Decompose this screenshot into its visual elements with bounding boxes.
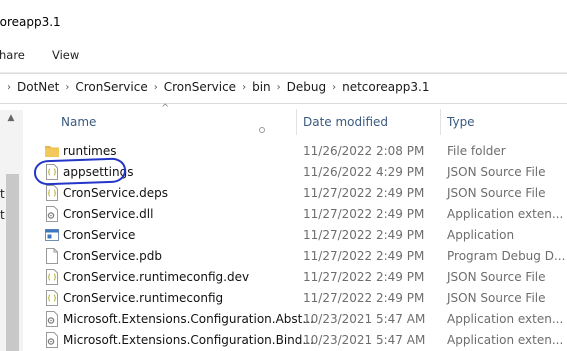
file-name: CronService [63,228,136,242]
dll-file-icon [46,332,58,348]
breadcrumb-item-debug[interactable]: Debug [286,80,327,94]
breadcrumb-item-dotnet[interactable]: DotNet [16,80,60,94]
file-type: Application exten... [447,312,564,326]
file-date-modified: 11/27/2022 2:49 PM [303,249,425,263]
file-icon [46,248,58,264]
file-row[interactable]: Microsoft.Extensions.Configuration.Bind.… [40,329,567,350]
file-date-modified: 11/27/2022 2:49 PM [303,228,425,242]
file-type: Application exten... [447,207,564,221]
file-type: File folder [447,144,506,158]
file-type: JSON Source File [447,186,546,200]
file-type: Application [447,228,515,242]
chevron-right-icon: › [7,81,11,93]
chevron-right-icon[interactable]: › [149,82,163,93]
breadcrumb-item-bin[interactable]: bin [251,80,272,94]
breadcrumb-item-netcoreapp[interactable]: netcoreapp3.1 [341,80,430,94]
file-date-modified: 11/27/2022 2:49 PM [303,207,425,221]
json-file-icon [46,185,58,201]
chevron-right-icon[interactable]: › [60,82,74,93]
highlight-circle-annotation [33,157,127,186]
file-row[interactable]: CronService.pdb 11/27/2022 2:49 PM Progr… [40,245,567,266]
breadcrumb: › DotNet › CronService › CronService › b… [2,80,430,94]
file-date-modified: 11/27/2022 2:49 PM [303,186,425,200]
nav-item-label[interactable]: t [0,187,5,201]
folder-icon [45,146,59,157]
column-divider[interactable] [296,109,297,135]
file-date-modified: 10/23/2021 5:47 AM [303,312,426,326]
column-header-type[interactable]: Type [447,115,475,129]
json-file-icon [46,290,58,306]
ribbon: hare View [0,40,567,73]
file-name: CronService.runtimeconfig.dev [63,270,250,284]
mouse-cursor-indicator [259,127,265,133]
column-header-name[interactable]: Name [61,115,96,129]
file-row[interactable]: Microsoft.Extensions.Configuration.Abst.… [40,308,567,329]
file-name: CronService.deps [63,186,169,200]
column-divider[interactable] [440,109,441,135]
file-name: runtimes [63,144,117,158]
file-row[interactable]: CronService.deps 11/27/2022 2:49 PM JSON… [40,182,567,203]
nav-item-label[interactable]: t [0,208,5,222]
file-date-modified: 11/27/2022 2:49 PM [303,270,425,284]
column-header-date-modified[interactable]: Date modified [303,115,388,129]
file-date-modified: 11/27/2022 2:49 PM [303,291,425,305]
file-row[interactable]: CronService.runtimeconfig 11/27/2022 2:4… [40,287,567,308]
file-name: CronService.dll [63,207,154,221]
file-name: Microsoft.Extensions.Configuration.Abst.… [63,312,314,326]
dll-file-icon [46,206,58,222]
file-name: CronService.pdb [63,249,163,263]
file-row[interactable]: CronService.dll 11/27/2022 2:49 PM Appli… [40,203,567,224]
file-date-modified: 10/23/2021 5:47 AM [303,333,426,347]
ribbon-tab-share[interactable]: hare [0,48,25,62]
chevron-right-icon[interactable]: › [237,82,251,93]
file-row[interactable]: CronService.runtimeconfig.dev 11/27/2022… [40,266,567,287]
ribbon-tab-view[interactable]: View [52,48,79,62]
breadcrumb-item-cronservice[interactable]: CronService [74,80,148,94]
file-row[interactable]: CronService 11/27/2022 2:49 PM Applicati… [40,224,567,245]
chevron-right-icon[interactable]: › [272,82,286,93]
exe-app-icon [45,229,59,241]
file-date-modified: 11/26/2022 2:08 PM [303,144,425,158]
file-type: JSON Source File [447,165,546,179]
chevron-right-icon[interactable]: › [327,82,341,93]
file-type: Application exten... [447,333,564,347]
file-row[interactable]: runtimes 11/26/2022 2:08 PM File folder [40,140,567,161]
title-bar: coreapp3.1 [0,0,567,40]
file-name: Microsoft.Extensions.Configuration.Bind.… [63,333,314,347]
window-title: coreapp3.1 [0,15,61,29]
file-date-modified: 11/26/2022 4:29 PM [303,165,425,179]
breadcrumb-item-cronservice-project[interactable]: CronService [163,80,237,94]
nav-pane-scrollbar-thumb[interactable] [6,174,19,351]
dll-file-icon [46,311,58,327]
file-type: JSON Source File [447,270,546,284]
address-bar[interactable]: › DotNet › CronService › CronService › b… [0,73,567,104]
file-name: CronService.runtimeconfig [63,291,224,305]
file-type: Program Debug D... [447,249,566,263]
file-type: JSON Source File [447,291,546,305]
scroll-up-arrow-icon[interactable]: ▲ [5,113,17,123]
json-file-icon [46,269,58,285]
sort-ascending-icon: ^ [161,103,170,114]
